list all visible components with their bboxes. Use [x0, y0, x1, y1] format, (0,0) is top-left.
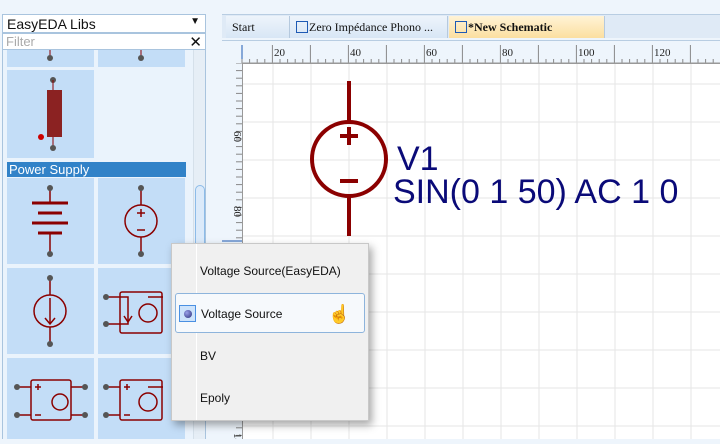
menu-item-epoly[interactable]: Epoly: [172, 378, 368, 418]
schematic-icon: [296, 21, 308, 33]
menu-item-label: Voltage Source: [201, 307, 283, 321]
menu-item-label: BV: [200, 349, 217, 363]
ruler-label: 80: [502, 47, 514, 59]
tab-bar: Start Zero Impédance Phono ... *New Sche…: [222, 14, 720, 38]
tab-zero-impedance-phono[interactable]: Zero Impédance Phono ...: [290, 16, 448, 38]
library-tile-vcvs[interactable]: [7, 358, 94, 439]
library-tile[interactable]: [98, 50, 185, 67]
tab-label: *New Schematic: [468, 20, 553, 34]
menu-item-voltage-source-easyeda[interactable]: Voltage Source(EasyEDA): [172, 251, 368, 291]
library-tile-resistor[interactable]: [7, 70, 94, 158]
value-label[interactable]: SIN(0 1 50) AC 1 0: [393, 173, 678, 212]
ruler-label: 60: [426, 47, 438, 59]
ruler-label: 20: [274, 47, 286, 59]
context-menu: Voltage Source(EasyEDA) Voltage Source ☝ …: [171, 243, 369, 421]
ruler-label: 40: [350, 47, 362, 59]
library-dropdown-value: EasyEDA Libs: [7, 16, 96, 32]
library-tile[interactable]: [7, 50, 94, 67]
library-dropdown[interactable]: EasyEDA Libs ▼: [2, 14, 206, 33]
filter-input[interactable]: Filter ✕: [2, 33, 206, 51]
menu-item-voltage-source[interactable]: Voltage Source ☝: [175, 293, 365, 333]
tab-label: Start: [232, 20, 255, 34]
filter-placeholder: Filter: [6, 34, 35, 49]
ruler-label: 100: [578, 47, 595, 59]
ruler-label: 120: [654, 47, 671, 59]
horizontal-ruler: 20 40 60 80 100 120: [222, 40, 720, 64]
schematic-icon: [455, 21, 467, 33]
menu-item-label: Epoly: [200, 391, 231, 405]
library-tile-current-source[interactable]: [7, 268, 94, 354]
clear-filter-icon[interactable]: ✕: [189, 33, 202, 51]
radio-selected-icon: [179, 305, 196, 322]
chevron-down-icon: ▼: [190, 16, 200, 27]
tab-label: Zero Impédance Phono ...: [309, 20, 433, 34]
tab-new-schematic[interactable]: *New Schematic: [449, 16, 605, 38]
hand-cursor-icon: ☝: [328, 304, 351, 324]
menu-item-label: Voltage Source(EasyEDA): [200, 264, 341, 278]
library-tile-battery[interactable]: [7, 178, 94, 264]
menu-item-bv[interactable]: BV: [172, 336, 368, 376]
category-header-power-supply[interactable]: Power Supply: [7, 162, 186, 177]
tab-start[interactable]: Start: [226, 16, 290, 38]
